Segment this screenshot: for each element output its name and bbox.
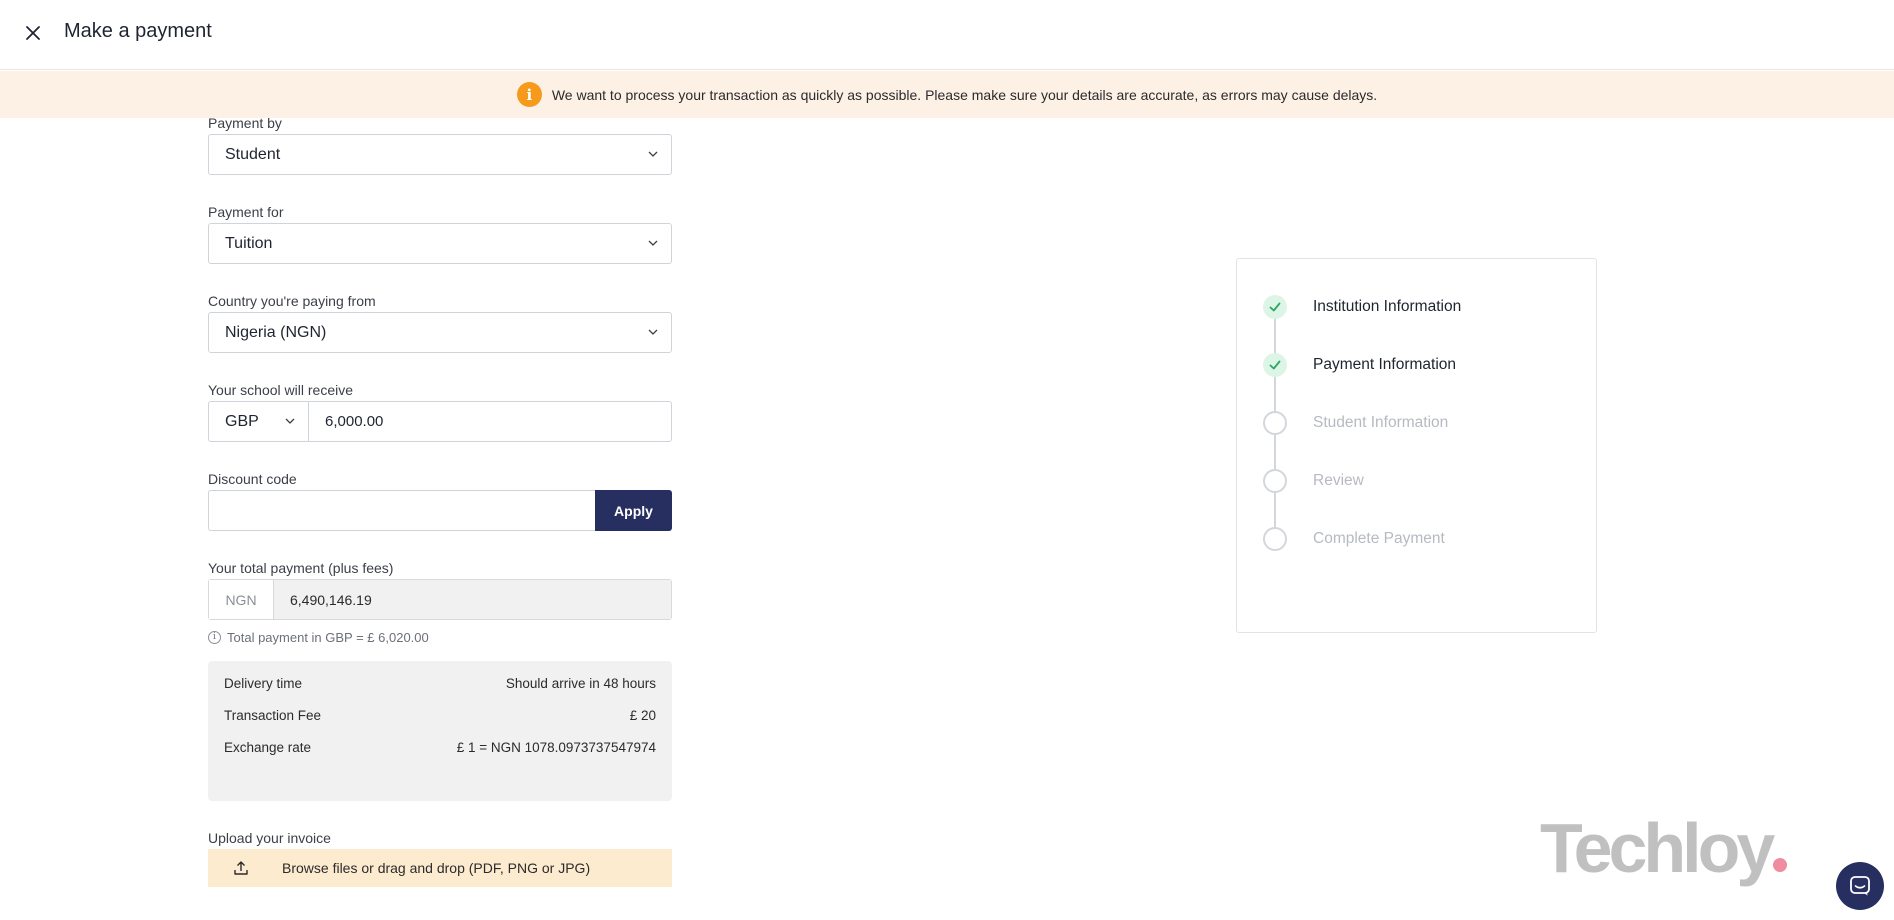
receive-amount-row: GBP xyxy=(208,401,672,442)
payment-by-select[interactable]: Student xyxy=(208,134,672,175)
summary-value: £ 1 = NGN 1078.0973737547974 xyxy=(456,740,656,755)
chat-icon xyxy=(1850,876,1870,896)
watermark-logo: Techloy xyxy=(1540,808,1788,888)
step-label: Review xyxy=(1313,472,1364,489)
empty-circle-icon xyxy=(1263,527,1287,551)
apply-button[interactable]: Apply xyxy=(595,490,672,531)
check-icon xyxy=(1263,353,1287,377)
discount-code-input[interactable] xyxy=(208,490,595,531)
total-label: Your total payment (plus fees) xyxy=(208,560,394,576)
receive-currency-value: GBP xyxy=(225,412,259,430)
country-value: Nigeria (NGN) xyxy=(225,323,327,341)
upload-text: Browse files or drag and drop (PDF, PNG … xyxy=(282,860,591,876)
step-connector xyxy=(1274,433,1276,471)
total-currency: NGN xyxy=(209,580,274,619)
info-icon: i xyxy=(208,630,221,644)
step-student-information: Student Information xyxy=(1263,411,1448,435)
receive-group: Your school will receive GBP xyxy=(208,381,672,442)
payment-for-label: Payment for xyxy=(208,204,284,220)
summary-value: £ 20 xyxy=(629,708,656,723)
summary-label: Delivery time xyxy=(224,676,303,691)
step-review: Review xyxy=(1263,469,1364,493)
info-icon: i xyxy=(516,82,542,107)
info-banner: i We want to process your transaction as… xyxy=(0,71,1894,118)
chat-button[interactable] xyxy=(1836,862,1884,910)
chevron-down-icon xyxy=(648,240,658,246)
total-row: NGN 6,490,146.19 xyxy=(208,579,672,620)
watermark-dot xyxy=(1773,858,1788,872)
summary-label: Transaction Fee xyxy=(224,708,322,723)
chevron-down-icon xyxy=(285,418,295,424)
total-note-text: Total payment in GBP = £ 6,020.00 xyxy=(227,629,429,645)
country-select[interactable]: Nigeria (NGN) xyxy=(208,312,672,353)
step-connector xyxy=(1274,375,1276,413)
payment-form: Payment by Student Payment for Tuition C… xyxy=(208,114,672,887)
discount-row: Apply xyxy=(208,490,672,531)
summary-row: Transaction Fee £ 20 xyxy=(224,707,656,725)
total-note: i Total payment in GBP = £ 6,020.00 xyxy=(208,628,672,646)
receive-currency-select[interactable]: GBP xyxy=(209,402,309,441)
receive-label: Your school will receive xyxy=(208,382,353,398)
payment-for-group: Payment for Tuition xyxy=(208,203,672,264)
watermark-text: Techloy xyxy=(1540,809,1775,887)
top-bar: Make a payment xyxy=(0,0,1894,70)
step-complete-payment: Complete Payment xyxy=(1263,527,1445,551)
country-group: Country you're paying from Nigeria (NGN) xyxy=(208,292,672,353)
total-amount: 6,490,146.19 xyxy=(274,580,671,619)
payment-summary: Delivery time Should arrive in 48 hours … xyxy=(208,661,672,801)
close-button[interactable] xyxy=(18,18,48,48)
summary-label: Exchange rate xyxy=(224,740,312,755)
summary-row: Exchange rate £ 1 = NGN 1078.09737375479… xyxy=(224,739,656,757)
step-connector xyxy=(1274,491,1276,529)
empty-circle-icon xyxy=(1263,469,1287,493)
payment-by-group: Payment by Student xyxy=(208,114,672,175)
payment-for-select[interactable]: Tuition xyxy=(208,223,672,264)
upload-icon xyxy=(234,861,248,875)
banner-text: We want to process your transaction as q… xyxy=(551,86,1378,103)
country-label: Country you're paying from xyxy=(208,293,376,309)
step-connector xyxy=(1274,317,1276,355)
step-label: Institution Information xyxy=(1313,298,1462,315)
payment-by-value: Student xyxy=(225,145,281,163)
page-title: Make a payment xyxy=(64,20,212,42)
step-label: Complete Payment xyxy=(1313,530,1445,547)
close-icon xyxy=(26,26,40,40)
payment-for-value: Tuition xyxy=(225,234,273,252)
summary-row: Delivery time Should arrive in 48 hours xyxy=(224,675,656,693)
upload-label: Upload your invoice xyxy=(208,830,331,846)
total-group: Your total payment (plus fees) NGN 6,490… xyxy=(208,559,672,646)
summary-value: Should arrive in 48 hours xyxy=(505,676,656,691)
receive-amount-input[interactable] xyxy=(309,402,671,441)
check-icon xyxy=(1263,295,1287,319)
chevron-down-icon xyxy=(648,151,658,157)
step-label: Payment Information xyxy=(1313,356,1457,373)
empty-circle-icon xyxy=(1263,411,1287,435)
step-label: Student Information xyxy=(1313,414,1449,431)
discount-label: Discount code xyxy=(208,471,297,487)
payment-by-label: Payment by xyxy=(208,115,282,131)
chevron-down-icon xyxy=(648,329,658,335)
step-institution-information: Institution Information xyxy=(1263,295,1461,319)
upload-dropzone[interactable]: Browse files or drag and drop (PDF, PNG … xyxy=(208,849,672,887)
progress-stepper: Institution Information Payment Informat… xyxy=(1236,258,1597,633)
discount-group: Discount code Apply xyxy=(208,470,672,531)
step-payment-information: Payment Information xyxy=(1263,353,1456,377)
